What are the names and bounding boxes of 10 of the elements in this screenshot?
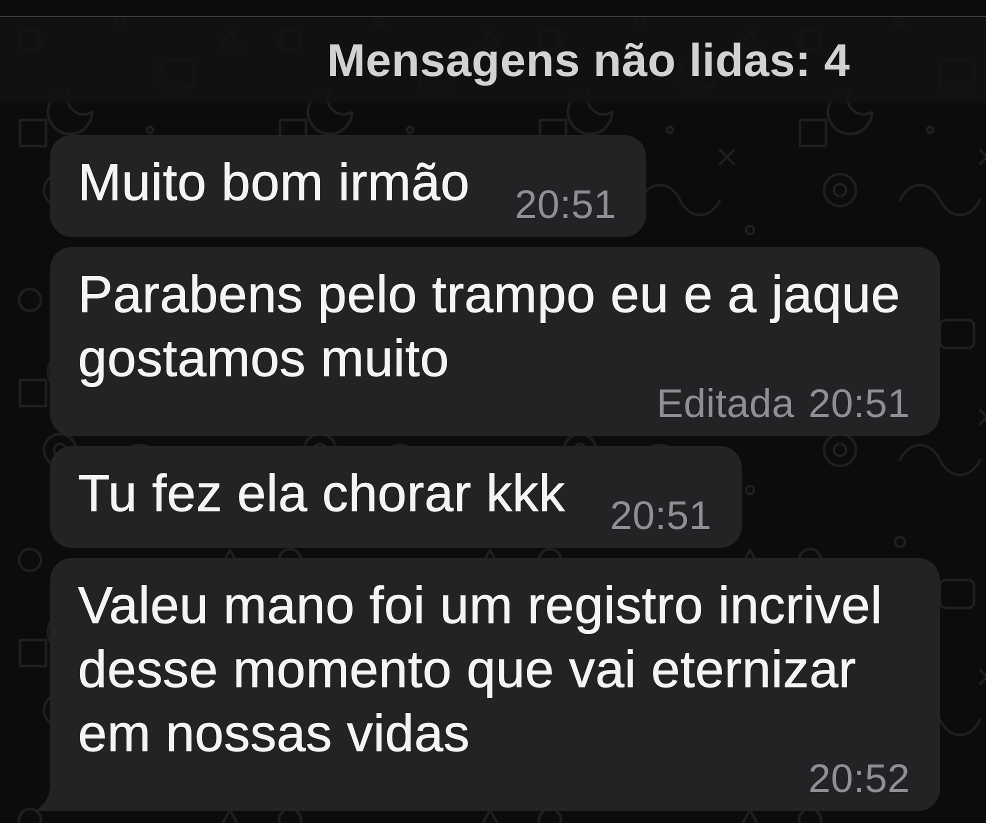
message-time: 20:51: [808, 389, 910, 419]
edited-label: Editada: [656, 389, 794, 419]
message-text: Parabens pelo trampo eu e a jaque gostamos muito: [78, 266, 900, 388]
message-text: Muito bom irmão: [78, 154, 470, 212]
message-text: Valeu mano foi um registro incrivel desse momento que vai eternizar em nossas vidas: [78, 577, 882, 763]
message-time: 20:52: [808, 764, 910, 794]
message-time: 20:51: [610, 501, 712, 531]
message-time: 20:51: [514, 190, 616, 220]
message-text: Tu fez ela chorar kkk: [78, 465, 565, 523]
unread-messages-label: Mensagens não lidas: 4: [327, 33, 850, 87]
